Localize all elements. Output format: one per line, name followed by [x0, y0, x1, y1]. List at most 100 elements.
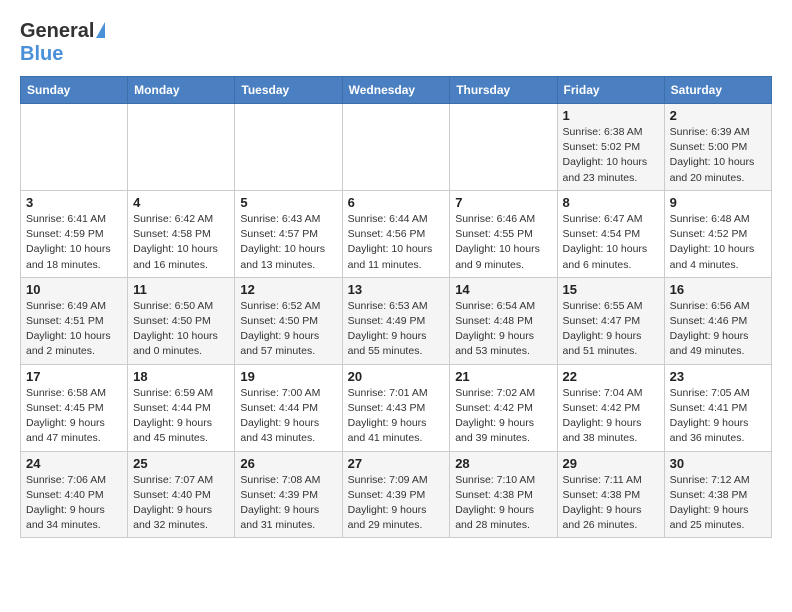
day-cell: 21Sunrise: 7:02 AMSunset: 4:42 PMDayligh…	[450, 364, 557, 451]
logo-general-text: General	[20, 20, 94, 43]
day-info: Sunrise: 7:12 AMSunset: 4:38 PMDaylight:…	[670, 473, 766, 534]
day-info: Sunrise: 7:01 AMSunset: 4:43 PMDaylight:…	[348, 386, 445, 447]
day-info: Sunrise: 6:58 AMSunset: 4:45 PMDaylight:…	[26, 386, 122, 447]
day-info: Sunrise: 6:44 AMSunset: 4:56 PMDaylight:…	[348, 212, 445, 273]
day-number: 16	[670, 282, 766, 297]
day-number: 19	[240, 369, 336, 384]
day-cell: 1 Sunrise: 6:38 AMSunset: 5:02 PMDaylight…	[557, 104, 664, 191]
day-info: Sunrise: 7:06 AMSunset: 4:40 PMDaylight:…	[26, 473, 122, 534]
day-cell	[21, 104, 128, 191]
day-cell: 28 Sunrise: 7:10 AMSunset: 4:38 PMDayligh…	[450, 451, 557, 538]
day-cell: 26 Sunrise: 7:08 AMSunset: 4:39 PMDayligh…	[235, 451, 342, 538]
logo-icon	[96, 22, 105, 38]
day-number: 28	[455, 456, 551, 471]
day-cell: 17 Sunrise: 6:58 AMSunset: 4:45 PMDayligh…	[21, 364, 128, 451]
day-header-saturday: Saturday	[664, 77, 771, 104]
day-info: Sunrise: 7:10 AMSunset: 4:38 PMDaylight:…	[455, 473, 551, 534]
day-info: Sunrise: 6:50 AMSunset: 4:50 PMDaylight:…	[133, 299, 229, 360]
day-info: Sunrise: 7:07 AMSunset: 4:40 PMDaylight:…	[133, 473, 229, 534]
day-number: 4	[133, 195, 229, 210]
day-info: Sunrise: 7:00 AMSunset: 4:44 PMDaylight:…	[240, 386, 336, 447]
day-number: 17	[26, 369, 122, 384]
logo-blue-text: Blue	[20, 43, 63, 65]
day-cell: 23 Sunrise: 7:05 AMSunset: 4:41 PMDayligh…	[664, 364, 771, 451]
day-info: Sunrise: 6:55 AMSunset: 4:47 PMDaylight:…	[563, 299, 659, 360]
day-info: Sunrise: 6:54 AMSunset: 4:48 PMDaylight:…	[455, 299, 551, 360]
day-cell	[342, 104, 450, 191]
week-row-5: 24 Sunrise: 7:06 AMSunset: 4:40 PMDayligh…	[21, 451, 772, 538]
day-number: 22	[563, 369, 659, 384]
day-cell: 10 Sunrise: 6:49 AMSunset: 4:51 PMDayligh…	[21, 277, 128, 364]
day-info: Sunrise: 7:11 AMSunset: 4:38 PMDaylight:…	[563, 473, 659, 534]
day-header-monday: Monday	[128, 77, 235, 104]
day-number: 10	[26, 282, 122, 297]
day-cell: 22 Sunrise: 7:04 AMSunset: 4:42 PMDayligh…	[557, 364, 664, 451]
day-cell: 19 Sunrise: 7:00 AMSunset: 4:44 PMDayligh…	[235, 364, 342, 451]
day-number: 9	[670, 195, 766, 210]
day-cell	[128, 104, 235, 191]
day-number: 14	[455, 282, 551, 297]
day-number: 30	[670, 456, 766, 471]
day-info: Sunrise: 6:52 AMSunset: 4:50 PMDaylight:…	[240, 299, 336, 360]
day-cell	[450, 104, 557, 191]
day-number: 7	[455, 195, 551, 210]
page-header: General Blue	[20, 20, 772, 66]
logo: General Blue	[20, 20, 105, 66]
day-info: Sunrise: 7:09 AMSunset: 4:39 PMDaylight:…	[348, 473, 445, 534]
day-cell: 16 Sunrise: 6:56 AMSunset: 4:46 PMDayligh…	[664, 277, 771, 364]
week-row-2: 3 Sunrise: 6:41 AMSunset: 4:59 PMDaylight…	[21, 190, 772, 277]
day-number: 8	[563, 195, 659, 210]
day-number: 6	[348, 195, 445, 210]
day-cell: 5Sunrise: 6:43 AMSunset: 4:57 PMDaylight…	[235, 190, 342, 277]
day-number: 1	[563, 108, 659, 123]
week-row-4: 17 Sunrise: 6:58 AMSunset: 4:45 PMDayligh…	[21, 364, 772, 451]
day-cell: 14 Sunrise: 6:54 AMSunset: 4:48 PMDayligh…	[450, 277, 557, 364]
week-row-3: 10 Sunrise: 6:49 AMSunset: 4:51 PMDayligh…	[21, 277, 772, 364]
day-cell: 2Sunrise: 6:39 AMSunset: 5:00 PMDaylight…	[664, 104, 771, 191]
day-number: 2	[670, 108, 766, 123]
day-cell: 9 Sunrise: 6:48 AMSunset: 4:52 PMDaylight…	[664, 190, 771, 277]
day-cell: 24 Sunrise: 7:06 AMSunset: 4:40 PMDayligh…	[21, 451, 128, 538]
day-info: Sunrise: 6:59 AMSunset: 4:44 PMDaylight:…	[133, 386, 229, 447]
week-row-1: 1 Sunrise: 6:38 AMSunset: 5:02 PMDaylight…	[21, 104, 772, 191]
day-info: Sunrise: 6:38 AMSunset: 5:02 PMDaylight:…	[563, 125, 659, 186]
day-cell: 29 Sunrise: 7:11 AMSunset: 4:38 PMDayligh…	[557, 451, 664, 538]
day-info: Sunrise: 6:56 AMSunset: 4:46 PMDaylight:…	[670, 299, 766, 360]
day-cell: 8Sunrise: 6:47 AMSunset: 4:54 PMDaylight…	[557, 190, 664, 277]
day-cell: 15 Sunrise: 6:55 AMSunset: 4:47 PMDayligh…	[557, 277, 664, 364]
day-number: 29	[563, 456, 659, 471]
day-number: 24	[26, 456, 122, 471]
day-number: 27	[348, 456, 445, 471]
day-cell: 13 Sunrise: 6:53 AMSunset: 4:49 PMDayligh…	[342, 277, 450, 364]
day-number: 5	[240, 195, 336, 210]
day-cell: 4Sunrise: 6:42 AMSunset: 4:58 PMDaylight…	[128, 190, 235, 277]
day-cell: 18 Sunrise: 6:59 AMSunset: 4:44 PMDayligh…	[128, 364, 235, 451]
day-number: 23	[670, 369, 766, 384]
day-info: Sunrise: 7:08 AMSunset: 4:39 PMDaylight:…	[240, 473, 336, 534]
day-number: 12	[240, 282, 336, 297]
day-info: Sunrise: 6:41 AMSunset: 4:59 PMDaylight:…	[26, 212, 122, 273]
day-cell: 12 Sunrise: 6:52 AMSunset: 4:50 PMDayligh…	[235, 277, 342, 364]
day-header-wednesday: Wednesday	[342, 77, 450, 104]
day-number: 15	[563, 282, 659, 297]
day-header-tuesday: Tuesday	[235, 77, 342, 104]
day-info: Sunrise: 7:04 AMSunset: 4:42 PMDaylight:…	[563, 386, 659, 447]
day-number: 20	[348, 369, 445, 384]
day-cell	[235, 104, 342, 191]
day-cell: 6 Sunrise: 6:44 AMSunset: 4:56 PMDaylight…	[342, 190, 450, 277]
day-info: Sunrise: 6:49 AMSunset: 4:51 PMDaylight:…	[26, 299, 122, 360]
day-info: Sunrise: 7:05 AMSunset: 4:41 PMDaylight:…	[670, 386, 766, 447]
day-number: 25	[133, 456, 229, 471]
day-info: Sunrise: 6:53 AMSunset: 4:49 PMDaylight:…	[348, 299, 445, 360]
day-number: 3	[26, 195, 122, 210]
calendar-body: 1 Sunrise: 6:38 AMSunset: 5:02 PMDaylight…	[21, 104, 772, 538]
day-cell: 11Sunrise: 6:50 AMSunset: 4:50 PMDayligh…	[128, 277, 235, 364]
day-number: 18	[133, 369, 229, 384]
day-number: 26	[240, 456, 336, 471]
calendar-header: SundayMondayTuesdayWednesdayThursdayFrid…	[21, 77, 772, 104]
day-info: Sunrise: 6:48 AMSunset: 4:52 PMDaylight:…	[670, 212, 766, 273]
day-cell: 3 Sunrise: 6:41 AMSunset: 4:59 PMDaylight…	[21, 190, 128, 277]
day-cell: 25 Sunrise: 7:07 AMSunset: 4:40 PMDayligh…	[128, 451, 235, 538]
calendar-table: SundayMondayTuesdayWednesdayThursdayFrid…	[20, 76, 772, 538]
day-number: 13	[348, 282, 445, 297]
